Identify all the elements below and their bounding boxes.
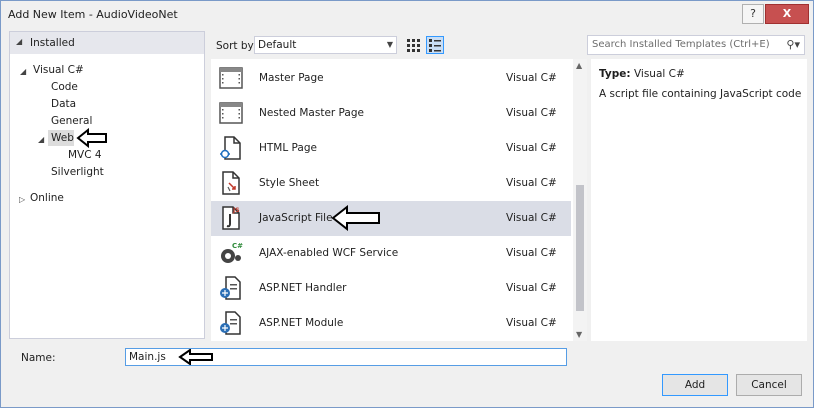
template-language: Visual C# bbox=[506, 282, 557, 294]
callout-arrow-icon bbox=[331, 205, 380, 231]
add-new-item-dialog: Add New Item - AudioVideoNet ? X ◢ Insta… bbox=[0, 0, 814, 408]
sort-by-label: Sort by: bbox=[216, 40, 257, 52]
callout-arrow-icon bbox=[76, 128, 107, 148]
list-view-icon bbox=[429, 39, 441, 52]
template-name: JavaScript File bbox=[259, 212, 333, 224]
name-input-value: Main.js bbox=[129, 351, 166, 363]
aspnet-handler-icon bbox=[220, 276, 241, 300]
tree-item-mvc4[interactable]: MVC 4 bbox=[68, 149, 102, 161]
template-description: A script file containing JavaScript code bbox=[599, 88, 802, 100]
add-button[interactable]: Add bbox=[662, 374, 728, 396]
template-name: AJAX-enabled WCF Service bbox=[259, 247, 399, 259]
search-icon: ⚲▾ bbox=[786, 38, 800, 51]
grid-view-icon bbox=[407, 39, 420, 52]
template-language: Visual C# bbox=[506, 247, 557, 259]
svg-text:JS: JS bbox=[232, 207, 240, 214]
template-details-pane: Type: Visual C# A script file containing… bbox=[591, 59, 807, 341]
tree-item-web[interactable]: Web bbox=[51, 132, 74, 144]
template-name: HTML Page bbox=[259, 142, 317, 154]
template-row-selected[interactable]: JS JavaScript File Visual C# bbox=[211, 201, 571, 236]
name-input[interactable]: Main.js bbox=[125, 348, 567, 366]
template-row[interactable]: Master Page Visual C# bbox=[211, 61, 571, 96]
close-button[interactable]: X bbox=[765, 4, 809, 24]
template-name: ASP.NET Handler bbox=[259, 282, 347, 294]
window-title: Add New Item - AudioVideoNet bbox=[8, 8, 178, 21]
type-label: Type: bbox=[599, 68, 631, 80]
template-language: Visual C# bbox=[506, 107, 557, 119]
javascript-file-icon: JS bbox=[222, 206, 240, 230]
style-sheet-icon bbox=[222, 171, 240, 195]
wcf-service-icon: C# bbox=[221, 242, 243, 263]
installed-header[interactable]: ◢ Installed bbox=[10, 32, 204, 54]
template-language: Visual C# bbox=[506, 72, 557, 84]
scroll-down-icon[interactable]: ▼ bbox=[576, 330, 582, 339]
template-language: Visual C# bbox=[506, 142, 557, 154]
help-button[interactable]: ? bbox=[742, 4, 764, 24]
nested-master-page-icon bbox=[219, 102, 243, 124]
template-row[interactable]: ASP.NET Module Visual C# bbox=[211, 306, 571, 341]
template-list: Master Page Visual C# Nested Master Page… bbox=[211, 59, 587, 341]
template-row[interactable]: Nested Master Page Visual C# bbox=[211, 96, 571, 131]
expand-arrow-icon[interactable]: ◢ bbox=[38, 135, 44, 144]
template-row[interactable]: ASP.NET Handler Visual C# bbox=[211, 271, 571, 306]
template-row[interactable]: Style Sheet Visual C# bbox=[211, 166, 571, 201]
template-name: Style Sheet bbox=[259, 177, 320, 189]
aspnet-module-icon bbox=[220, 311, 241, 335]
expand-arrow-icon[interactable]: ◢ bbox=[20, 67, 26, 76]
svg-text:C#: C# bbox=[232, 242, 243, 250]
tree-item-general[interactable]: General bbox=[51, 115, 92, 127]
html-page-icon bbox=[220, 136, 241, 160]
scroll-up-icon[interactable]: ▲ bbox=[576, 61, 582, 70]
tree-item-code[interactable]: Code bbox=[51, 81, 78, 93]
master-page-icon bbox=[219, 67, 243, 89]
name-label: Name: bbox=[21, 352, 56, 364]
template-row[interactable]: C# AJAX-enabled WCF Service Visual C# bbox=[211, 236, 571, 271]
expand-arrow-icon[interactable]: ▷ bbox=[19, 195, 25, 204]
template-language: Visual C# bbox=[506, 177, 557, 189]
template-row[interactable]: HTML Page Visual C# bbox=[211, 131, 571, 166]
tree-item-visual-csharp[interactable]: Visual C# bbox=[33, 64, 84, 76]
template-name: Master Page bbox=[259, 72, 324, 84]
callout-arrow-icon bbox=[178, 349, 213, 365]
tree-item-silverlight[interactable]: Silverlight bbox=[51, 166, 104, 178]
search-placeholder: Search Installed Templates (Ctrl+E) bbox=[592, 39, 770, 50]
template-list-scrollbar[interactable]: ▲ ▼ bbox=[573, 59, 587, 341]
chevron-down-icon: ▼ bbox=[386, 40, 393, 49]
template-language: Visual C# bbox=[506, 317, 557, 329]
template-name: Nested Master Page bbox=[259, 107, 364, 119]
tree-item-online[interactable]: Online bbox=[30, 192, 64, 204]
installed-label: Installed bbox=[30, 37, 75, 49]
title-bar: Add New Item - AudioVideoNet ? X bbox=[1, 1, 813, 31]
type-value: Visual C# bbox=[633, 68, 685, 80]
cancel-button[interactable]: Cancel bbox=[736, 374, 802, 396]
sort-by-dropdown[interactable]: Default ▼ bbox=[254, 36, 397, 54]
template-name: ASP.NET Module bbox=[259, 317, 344, 329]
scrollbar-thumb[interactable] bbox=[576, 185, 584, 311]
template-language: Visual C# bbox=[506, 212, 557, 224]
list-view-button[interactable] bbox=[426, 36, 444, 54]
small-icons-view-button[interactable] bbox=[404, 36, 422, 54]
tree-item-data[interactable]: Data bbox=[51, 98, 76, 110]
sort-by-value: Default bbox=[258, 39, 297, 51]
template-toolbar: Sort by: Default ▼ Search Installed Temp… bbox=[213, 35, 805, 57]
template-type: Type: Visual C# bbox=[599, 68, 685, 80]
collapse-arrow-icon: ◢ bbox=[16, 37, 23, 46]
search-templates-input[interactable]: Search Installed Templates (Ctrl+E) ⚲▾ bbox=[587, 35, 805, 55]
template-category-tree: ◢ Installed ◢ Visual C# Code Data Genera… bbox=[9, 31, 205, 339]
